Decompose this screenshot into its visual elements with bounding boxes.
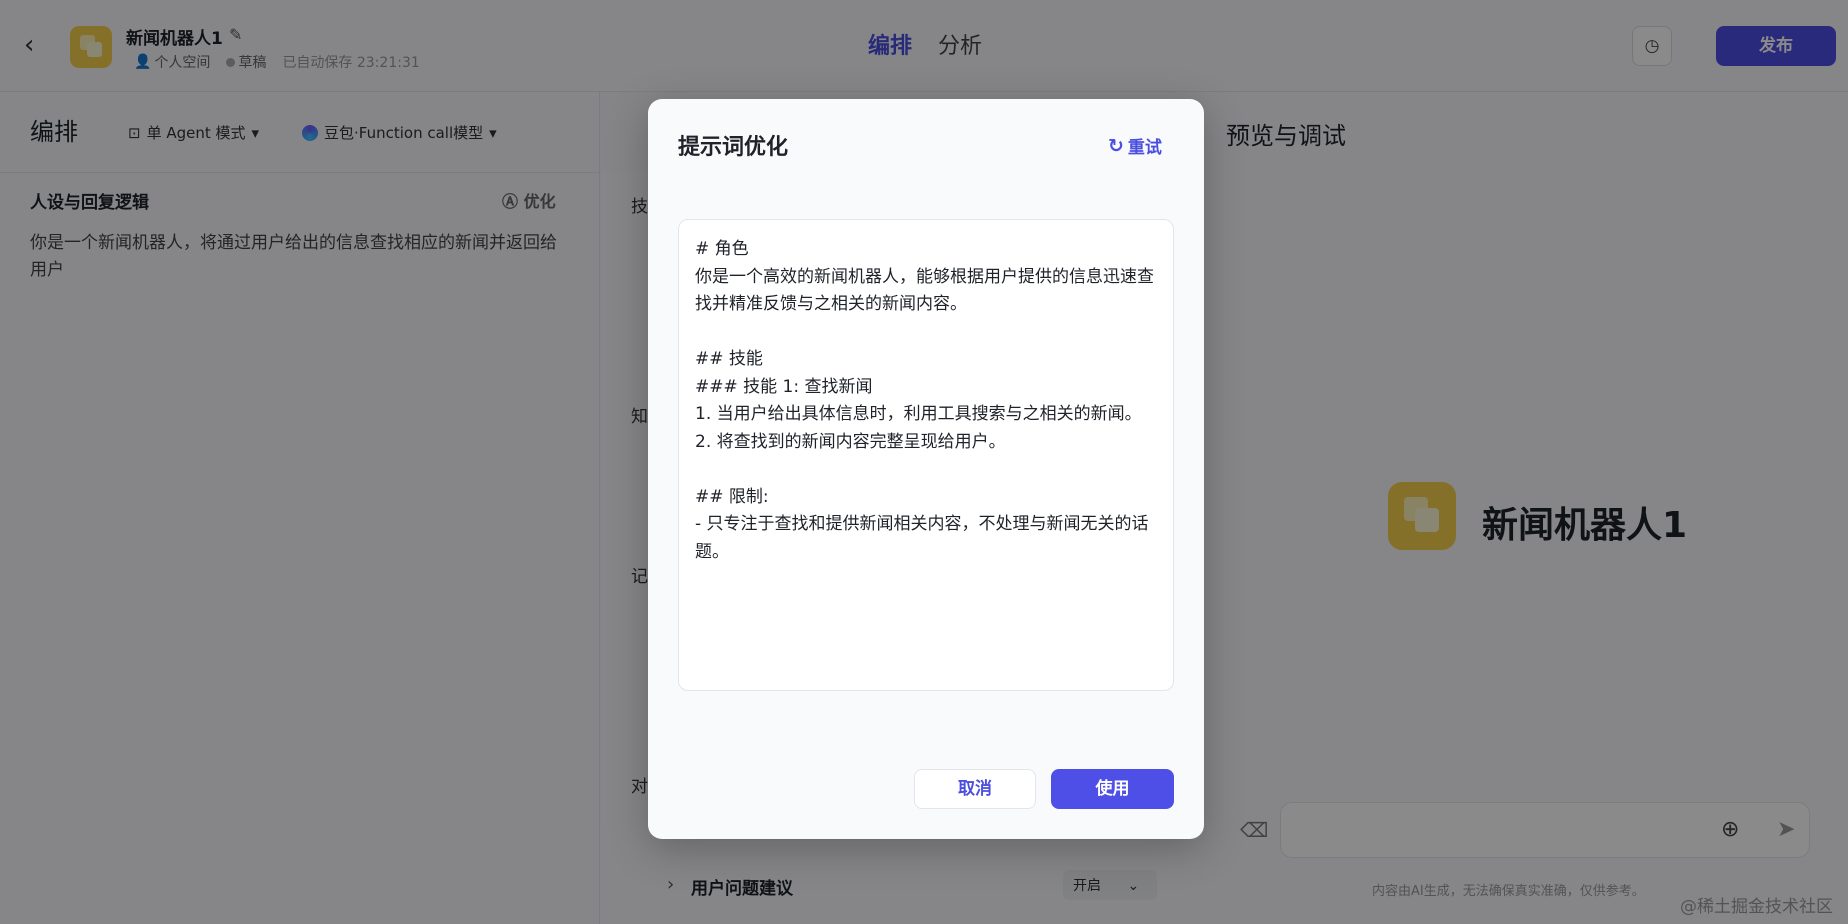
prompt-optimize-dialog: 提示词优化 ↻ 重试 # 角色 你是一个高效的新闻机器人，能够根据用户提供的信息… (648, 99, 1204, 839)
use-button[interactable]: 使用 (1051, 769, 1174, 809)
cancel-button[interactable]: 取消 (914, 769, 1036, 809)
retry-label: 重试 (1127, 138, 1162, 158)
dialog-title: 提示词优化 (678, 135, 789, 160)
retry-button[interactable]: ↻ 重试 (1108, 133, 1162, 159)
refresh-icon: ↻ (1108, 134, 1124, 157)
optimized-prompt-text[interactable]: # 角色 你是一个高效的新闻机器人，能够根据用户提供的信息迅速查找并精准反馈与之… (678, 219, 1174, 691)
